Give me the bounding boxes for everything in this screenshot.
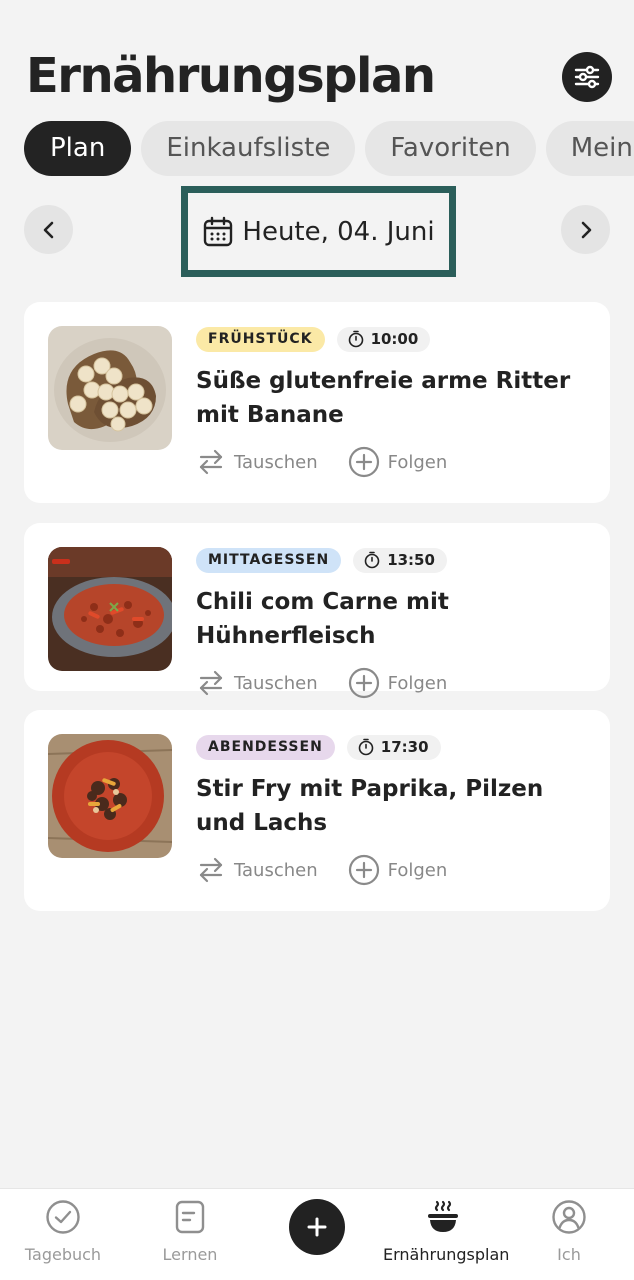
chevron-left-icon — [43, 221, 53, 238]
meal-details: FRÜHSTÜCK 10:00 Süße glutenfreie arme Ri… — [196, 326, 590, 478]
meal-type-badge: MITTAGESSEN — [196, 547, 342, 573]
date-display[interactable]: Heute, 04. Juni — [181, 186, 456, 277]
calendar-icon — [204, 216, 233, 246]
check-circle-icon — [46, 1200, 80, 1234]
add-circle-icon — [348, 446, 379, 478]
meal-details: MITTAGESSEN 13:50 Chili com Carne mit Hü… — [196, 547, 590, 699]
follow-button[interactable]: Folgen — [348, 667, 448, 699]
plus-icon — [307, 1217, 327, 1237]
nav-label: Ich — [557, 1245, 581, 1264]
bowl-icon — [428, 1200, 458, 1232]
swap-icon — [199, 857, 223, 883]
meal-details: ABENDESSEN 17:30 Stir Fry mit Paprika, P… — [196, 734, 590, 886]
swap-button[interactable]: Tauschen — [196, 854, 318, 886]
swap-label: Tauschen — [234, 672, 318, 694]
bottom-navigation: Tagebuch Lernen Ernährungsplan Ich — [0, 1188, 634, 1280]
stopwatch-icon — [364, 551, 380, 569]
meal-type-badge: ABENDESSEN — [196, 734, 335, 760]
page-title: Ernährungsplan — [26, 48, 436, 104]
meal-card-breakfast[interactable]: FRÜHSTÜCK 10:00 Süße glutenfreie arme Ri… — [24, 302, 610, 503]
meal-image — [48, 547, 172, 671]
add-circle-icon — [348, 854, 379, 886]
nav-label: Tagebuch — [24, 1245, 102, 1264]
nav-label: Lernen — [162, 1245, 218, 1264]
tab-mein[interactable]: Mein — [545, 121, 634, 176]
meal-image — [48, 326, 172, 450]
nav-ich[interactable]: Ich — [509, 1199, 629, 1264]
meal-image — [48, 734, 172, 858]
previous-day-button[interactable] — [24, 205, 73, 254]
swap-icon — [199, 449, 223, 475]
meal-name: Chili com Carne mit Hühnerfleisch — [196, 589, 449, 649]
tab-plan[interactable]: Plan — [24, 121, 132, 176]
follow-label: Folgen — [387, 859, 448, 881]
tab-bar: Plan Einkaufsliste Favoriten Mein — [24, 121, 634, 177]
add-circle-icon — [348, 667, 379, 699]
follow-label: Folgen — [387, 672, 448, 694]
follow-button[interactable]: Folgen — [348, 854, 448, 886]
meal-time: 17:30 — [346, 734, 441, 760]
document-icon — [175, 1200, 205, 1234]
date-label: Heute, 04. Juni — [242, 216, 435, 247]
meal-time: 13:50 — [353, 547, 447, 573]
stopwatch-icon — [348, 330, 363, 348]
swap-label: Tauschen — [234, 451, 318, 473]
meal-time: 10:00 — [336, 326, 431, 352]
swap-icon — [199, 670, 223, 696]
meal-card-lunch[interactable]: MITTAGESSEN 13:50 Chili com Carne mit Hü… — [24, 523, 610, 699]
tab-favoriten[interactable]: Favoriten — [365, 121, 536, 176]
swap-label: Tauschen — [234, 859, 318, 881]
tab-einkaufsliste[interactable]: Einkaufsliste — [141, 121, 356, 176]
swap-button[interactable]: Tauschen — [196, 667, 318, 699]
chevron-right-icon — [581, 221, 591, 238]
sliders-icon — [574, 65, 600, 89]
meal-name: Stir Fry mit Paprika, Pilzen und Lachs — [196, 776, 544, 836]
add-button[interactable] — [289, 1199, 345, 1255]
follow-button[interactable]: Folgen — [348, 446, 448, 478]
nav-label: Ernährungsplan — [383, 1245, 510, 1264]
filter-settings-button[interactable] — [562, 52, 612, 102]
next-day-button[interactable] — [561, 205, 610, 254]
header: Ernährungsplan — [26, 48, 612, 108]
meal-time-label: 13:50 — [387, 550, 435, 569]
nav-tagebuch[interactable]: Tagebuch — [3, 1199, 123, 1264]
profile-icon — [552, 1200, 586, 1234]
swap-button[interactable]: Tauschen — [196, 446, 318, 478]
stopwatch-icon — [358, 738, 374, 756]
meal-card-dinner[interactable]: ABENDESSEN 17:30 Stir Fry mit Paprika, P… — [24, 710, 610, 911]
date-selector: Heute, 04. Juni — [24, 186, 610, 277]
meal-time-label: 17:30 — [380, 737, 429, 756]
nav-lernen[interactable]: Lernen — [130, 1199, 250, 1264]
follow-label: Folgen — [387, 451, 448, 473]
meal-time-label: 10:00 — [370, 329, 419, 348]
meal-type-badge: FRÜHSTÜCK — [196, 326, 325, 352]
meal-name: Süße glutenfreie arme Ritter mit Banane — [196, 368, 571, 428]
nav-ernaehrungsplan[interactable]: Ernährungsplan — [383, 1199, 510, 1264]
